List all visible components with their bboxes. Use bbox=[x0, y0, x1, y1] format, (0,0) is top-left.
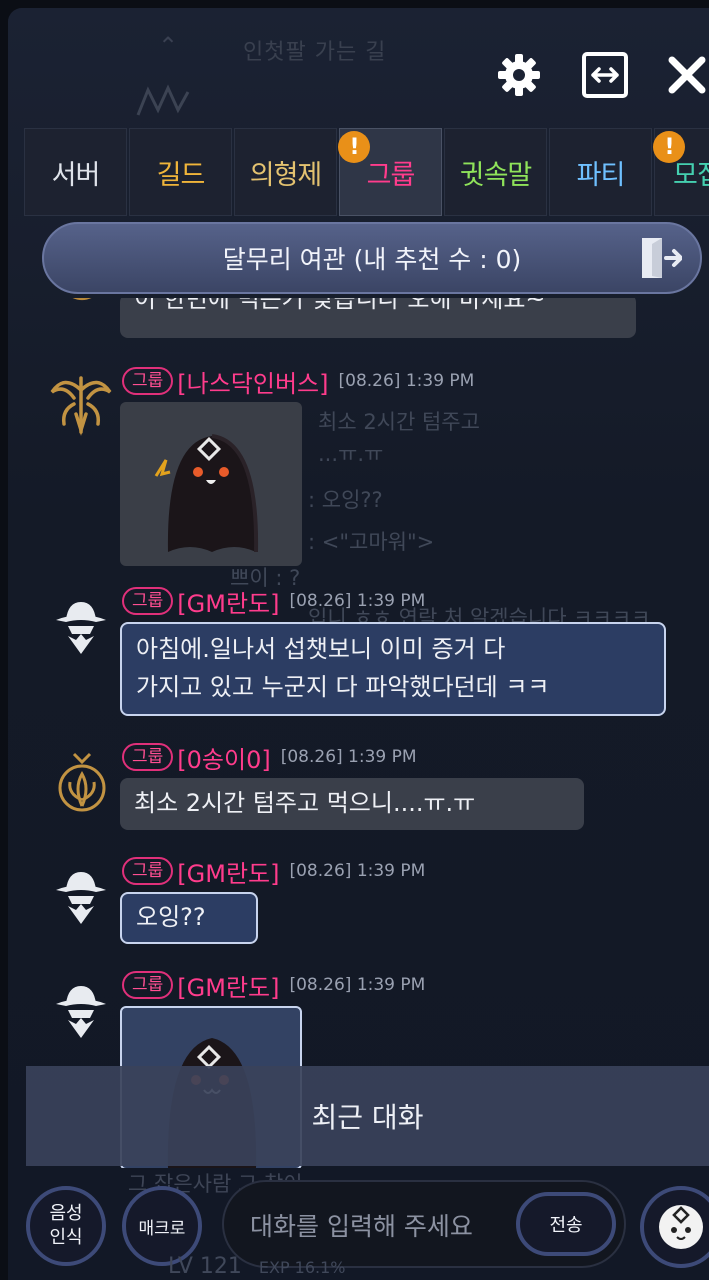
level-text: LV 121 bbox=[168, 1254, 242, 1279]
tab-label: 의형제 bbox=[249, 159, 323, 191]
voice-label-line1: 음성 bbox=[49, 1203, 83, 1224]
avatar-gold-emblem-icon bbox=[46, 370, 116, 440]
top-bar: ⌃ 인첫팔 가는 길 bbox=[8, 8, 709, 120]
send-button[interactable]: 전송 bbox=[516, 1192, 616, 1256]
alert-badge-icon: ! bbox=[338, 131, 370, 163]
sender-name[interactable]: [GM란도] bbox=[177, 968, 279, 1003]
tab-label: 서버 bbox=[51, 159, 101, 191]
tab-sworn-brothers[interactable]: 의형제 bbox=[234, 128, 337, 216]
channel-chip: 그룹 bbox=[122, 587, 174, 615]
avatar-gm-hat-icon bbox=[46, 978, 116, 1048]
alert-badge-icon: ! bbox=[653, 131, 685, 163]
resize-window-icon[interactable] bbox=[578, 48, 632, 102]
exp-text: EXP 16.1% bbox=[258, 1258, 346, 1277]
message-text: 오잉?? bbox=[136, 903, 206, 931]
close-icon[interactable] bbox=[660, 48, 709, 102]
voice-recognition-button[interactable]: 음성 인식 bbox=[26, 1186, 106, 1266]
tab-guild[interactable]: 길드 bbox=[129, 128, 232, 216]
message-text: 이 한번에 먹는거 맞습니다 오해 마세요~ bbox=[134, 298, 546, 313]
message-meta: 그룹 [GM란도] [08.26] 1:39 PM bbox=[122, 968, 425, 1002]
tab-recruit[interactable]: ! 모집 bbox=[653, 128, 709, 216]
recent-conversation-button[interactable]: 최근 대화 bbox=[26, 1066, 709, 1166]
avatar-flower-emblem-icon bbox=[52, 748, 122, 818]
sender-name[interactable]: [GM란도] bbox=[177, 854, 279, 889]
voice-label-line2: 인식 bbox=[49, 1227, 83, 1248]
tab-whisper[interactable]: 귓속말 bbox=[444, 128, 547, 216]
avatar-gm-hat-icon bbox=[46, 594, 116, 664]
timestamp: [08.26] 1:39 PM bbox=[289, 975, 426, 995]
chat-bubble: 최소 2시간 텀주고 먹으니....ㅠ.ㅠ bbox=[120, 778, 584, 830]
ghost-sticker bbox=[120, 402, 302, 566]
room-title: 달무리 여관 (내 추천 수 : 0) bbox=[222, 245, 522, 274]
chat-bubble: 이 한번에 먹는거 맞습니다 오해 마세요~ bbox=[120, 298, 636, 338]
tab-label: 귓속말 bbox=[459, 159, 533, 191]
timestamp: [08.26] 1:39 PM bbox=[289, 591, 426, 611]
chat-bubble: 아침에.일나서 섭챗보니 이미 증거 다 가지고 있고 누군지 다 파악했다던데… bbox=[120, 622, 666, 716]
channel-chip: 그룹 bbox=[122, 971, 174, 999]
sender-name[interactable]: [GM란도] bbox=[177, 584, 279, 619]
collapse-chevron-icon: ⌃ bbox=[158, 32, 179, 60]
macro-label: 매크로 bbox=[138, 1218, 186, 1239]
emoticon-button[interactable] bbox=[640, 1186, 709, 1268]
recent-conversation-label: 최근 대화 bbox=[311, 1101, 424, 1134]
tab-group[interactable]: ! 그룹 bbox=[338, 128, 442, 216]
message-text: 아침에.일나서 섭챗보니 이미 증거 다 bbox=[136, 635, 506, 663]
tab-label: 그룹 bbox=[366, 159, 416, 191]
level-readout: LV 121 EXP 16.1% bbox=[168, 1254, 346, 1279]
tab-label: 파티 bbox=[576, 159, 626, 191]
message-meta: 그룹 [나스닥인버스] [08.26] 1:39 PM bbox=[122, 364, 474, 398]
ghost-face-icon bbox=[659, 1205, 703, 1249]
message-meta: 그룹 [GM란도] [08.26] 1:39 PM bbox=[122, 854, 425, 888]
tab-label: 길드 bbox=[156, 159, 206, 191]
room-title-bar[interactable]: 달무리 여관 (내 추천 수 : 0) bbox=[42, 222, 702, 294]
timestamp: [08.26] 1:39 PM bbox=[280, 747, 417, 767]
channel-chip: 그룹 bbox=[122, 743, 174, 771]
message-text: 가지고 있고 누군지 다 파악했다던데 ㅋㅋ bbox=[136, 673, 550, 701]
chat-bubble: 오잉?? bbox=[120, 892, 258, 944]
sender-name[interactable]: [0송이0] bbox=[177, 740, 270, 775]
tab-server[interactable]: 서버 bbox=[24, 128, 127, 216]
channel-chip: 그룹 bbox=[122, 857, 174, 885]
send-label: 전송 bbox=[549, 1215, 583, 1236]
timestamp: [08.26] 1:39 PM bbox=[338, 371, 475, 391]
avatar-gm-hat-icon bbox=[46, 864, 116, 934]
message-meta: 그룹 [0송이0] [08.26] 1:39 PM bbox=[122, 740, 417, 774]
background-text: : <"고마워"> bbox=[308, 530, 435, 554]
chat-input[interactable] bbox=[248, 1202, 522, 1250]
background-emblem-icon bbox=[133, 80, 193, 120]
settings-gear-icon[interactable] bbox=[492, 48, 546, 102]
message-text: 최소 2시간 텀주고 먹으니....ㅠ.ㅠ bbox=[134, 789, 476, 817]
timestamp: [08.26] 1:39 PM bbox=[289, 861, 426, 881]
sender-name[interactable]: [나스닥인버스] bbox=[177, 364, 328, 399]
chat-channel-tabs: 서버 길드 의형제 ! 그룹 귓속말 파티 ! 모집 bbox=[24, 128, 709, 216]
message-meta: 그룹 [GM란도] [08.26] 1:39 PM bbox=[122, 584, 425, 618]
background-text: ...ㅠ.ㅠ bbox=[318, 442, 384, 466]
channel-chip: 그룹 bbox=[122, 367, 174, 395]
chat-log[interactable]: 최소 2시간 텀주고 ...ㅠ.ㅠ : 오잉?? : <"고마워"> 쁘이 : … bbox=[8, 298, 709, 1168]
tab-party[interactable]: 파티 bbox=[549, 128, 652, 216]
exit-door-icon[interactable] bbox=[640, 236, 684, 286]
chat-window: ⌃ 인첫팔 가는 길 서버 길드 의형제 ! 그룹 귓속말 파티 ! 모 달무리… bbox=[8, 8, 709, 1280]
avatar-emblem-icon bbox=[52, 298, 122, 340]
background-quest-title: 인첫팔 가는 길 bbox=[243, 40, 387, 65]
background-text: : 오잉?? bbox=[308, 488, 383, 512]
background-text: 최소 2시간 텀주고 bbox=[318, 410, 480, 434]
